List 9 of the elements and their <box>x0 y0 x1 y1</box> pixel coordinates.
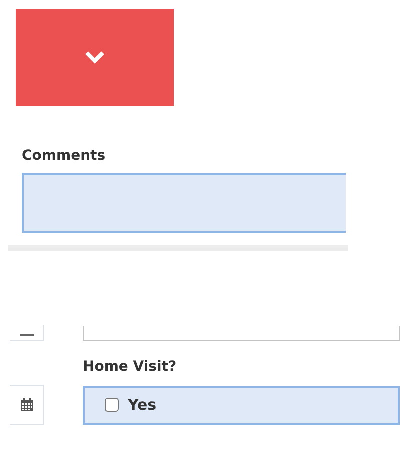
calendar-button[interactable] <box>10 385 44 425</box>
calendar-button[interactable] <box>10 325 44 341</box>
checkbox[interactable] <box>105 398 119 412</box>
chevron-down-icon <box>85 51 105 64</box>
field-label: Home Visit? <box>83 359 178 375</box>
checkbox-label[interactable]: Yes <box>128 396 157 414</box>
text-field[interactable] <box>83 326 400 340</box>
comments-field[interactable] <box>22 173 346 233</box>
field-label: Comments <box>22 148 107 164</box>
